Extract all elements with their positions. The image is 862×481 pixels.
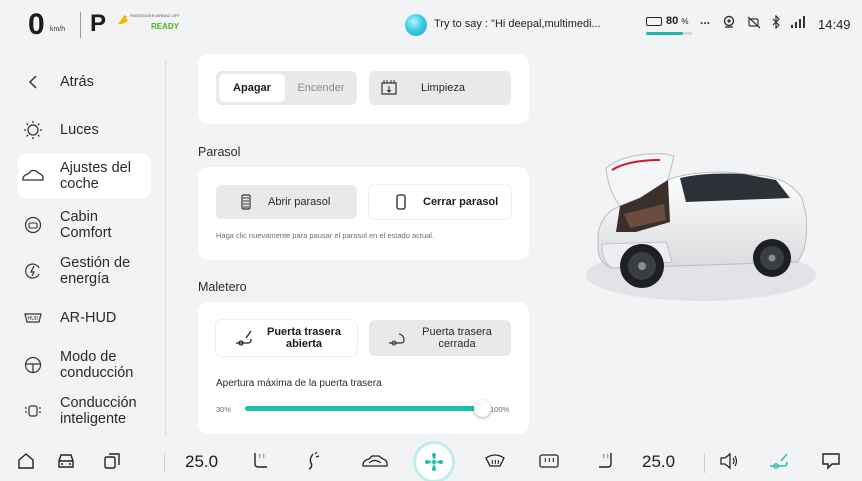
sidebar-item-label: Gestión de energía — [60, 255, 131, 287]
signal-icon — [791, 16, 805, 28]
speed-value: 0 — [28, 8, 45, 41]
temp-left[interactable]: 25.0 — [185, 452, 218, 472]
message-icon[interactable] — [818, 449, 844, 473]
tailgate-open-label: Puerta trasera abierta — [267, 326, 341, 350]
volume-icon[interactable] — [716, 449, 742, 473]
slider-min-label: 30% — [216, 405, 232, 414]
tailgate-open-icon — [234, 328, 254, 348]
dock-divider — [704, 453, 705, 473]
temp-right[interactable]: 25.0 — [642, 452, 675, 472]
back-label: Atrás — [60, 74, 94, 90]
multi-window-icon[interactable] — [100, 449, 124, 473]
tailgate-closed-icon — [387, 328, 407, 348]
parasol-open-icon — [236, 192, 256, 212]
seat-heat-right-icon[interactable] — [594, 449, 618, 473]
chevron-left-icon — [22, 71, 44, 93]
wiper-mode-toggle: Apagar Encender — [216, 71, 357, 105]
battery-icon — [646, 17, 662, 26]
battery-level-bar — [646, 32, 692, 35]
bluetooth-icon — [772, 15, 780, 29]
sidebar-item-ajustes-del-coche[interactable]: Ajustes del coche — [18, 154, 151, 198]
sidebar-item-conduccion-inteligente[interactable]: Conducción inteligente — [18, 392, 151, 430]
battery-percent: 80 — [666, 15, 679, 27]
svg-text:HUD: HUD — [28, 316, 39, 322]
front-defrost-icon[interactable] — [482, 449, 508, 473]
rear-defrost-icon[interactable] — [536, 449, 562, 473]
location-icon — [723, 15, 735, 28]
close-parasol-label: Cerrar parasol — [423, 196, 499, 208]
sidebar-item-cabin-comfort[interactable]: Cabin Comfort — [18, 206, 151, 244]
slider-thumb[interactable] — [474, 400, 491, 417]
fan-button[interactable] — [416, 444, 452, 480]
tailgate-opening-title: Apertura máxima de la puerta trasera — [216, 378, 382, 389]
car-image — [586, 153, 816, 301]
sidebar-item-modo-de-conduccion[interactable]: Modo de conducción — [18, 346, 151, 384]
maletero-title: Maletero — [198, 280, 247, 294]
battery-unit: % — [681, 17, 689, 26]
open-parasol-button[interactable]: Abrir parasol — [216, 185, 357, 219]
battery-level-fill — [646, 32, 683, 35]
energy-icon — [22, 260, 44, 282]
speed-unit: km/h — [50, 26, 66, 33]
sidebar-item-label: Ajustes del coche — [60, 160, 131, 192]
air-direction-icon[interactable] — [300, 449, 324, 473]
steering-wheel-icon — [22, 354, 44, 376]
recirculation-icon[interactable] — [360, 449, 390, 473]
fan-icon — [425, 453, 443, 471]
status-bar: 0 km/h P PASSENGER AIRBAG OFF READY Try … — [0, 0, 862, 52]
parasol-title: Parasol — [198, 145, 241, 159]
voice-hint[interactable]: Try to say : "Hi deepal,multimedi... — [434, 18, 601, 30]
wiper-on-option[interactable]: Encender — [288, 74, 354, 102]
vehicle-icon[interactable] — [54, 449, 78, 473]
clock: 14:49 — [818, 17, 851, 32]
sidebar-item-label: Luces — [60, 122, 99, 138]
tailgate-shortcut-icon[interactable] — [766, 449, 792, 473]
wiper-clean-label: Limpieza — [421, 82, 466, 94]
tailgate-open-button[interactable]: Puerta trasera abierta — [216, 320, 357, 356]
status-divider — [80, 12, 81, 38]
tailgate-closed-button[interactable]: Puerta trasera cerrada — [369, 320, 511, 356]
seat-heat-left-icon[interactable] — [248, 449, 272, 473]
voice-assistant-icon[interactable] — [405, 14, 427, 36]
sidebar-item-label: AR-HUD — [60, 310, 117, 326]
sidebar-item-luces[interactable]: Luces — [18, 118, 151, 142]
dock-divider — [164, 453, 165, 473]
wiper-clean-button[interactable]: Limpieza — [369, 71, 511, 105]
tailgate-closed-label: Puerta trasera cerrada — [422, 326, 492, 350]
gear-indicator: P — [90, 10, 107, 37]
ready-indicator: READY — [151, 22, 180, 31]
tailgate-opening-slider[interactable] — [245, 406, 483, 411]
smart-driving-icon — [22, 400, 44, 422]
sun-icon — [22, 119, 44, 141]
sidebar-item-gestion-de-energia[interactable]: Gestión de energía — [18, 252, 151, 290]
wiper-clean-icon — [379, 78, 399, 98]
more-icon[interactable]: ... — [700, 13, 710, 27]
sidebar-divider — [165, 60, 166, 436]
camera-off-icon — [747, 16, 761, 29]
sidebar-item-ar-hud[interactable]: HUD AR-HUD — [18, 306, 151, 330]
parasol-close-icon — [391, 192, 411, 212]
hud-icon: HUD — [22, 307, 44, 329]
airbag-off-label: PASSENGER AIRBAG OFF — [130, 13, 180, 18]
wiper-off-option[interactable]: Apagar — [219, 74, 285, 102]
sidebar-item-label: Conducción inteligente — [60, 395, 137, 427]
car-icon — [22, 165, 44, 187]
slider-fill — [245, 406, 483, 411]
close-parasol-button[interactable]: Cerrar parasol — [369, 185, 511, 219]
back-button[interactable]: Atrás — [18, 70, 151, 94]
slider-max-label: 100% — [490, 405, 510, 414]
parasol-hint: Haga clic nuevamente para pausar el para… — [216, 231, 435, 240]
sidebar-item-label: Cabin Comfort — [60, 209, 112, 241]
open-parasol-label: Abrir parasol — [268, 196, 331, 208]
sidebar-item-label: Modo de conducción — [60, 349, 134, 381]
cabin-icon — [22, 214, 44, 236]
home-icon[interactable] — [14, 449, 38, 473]
